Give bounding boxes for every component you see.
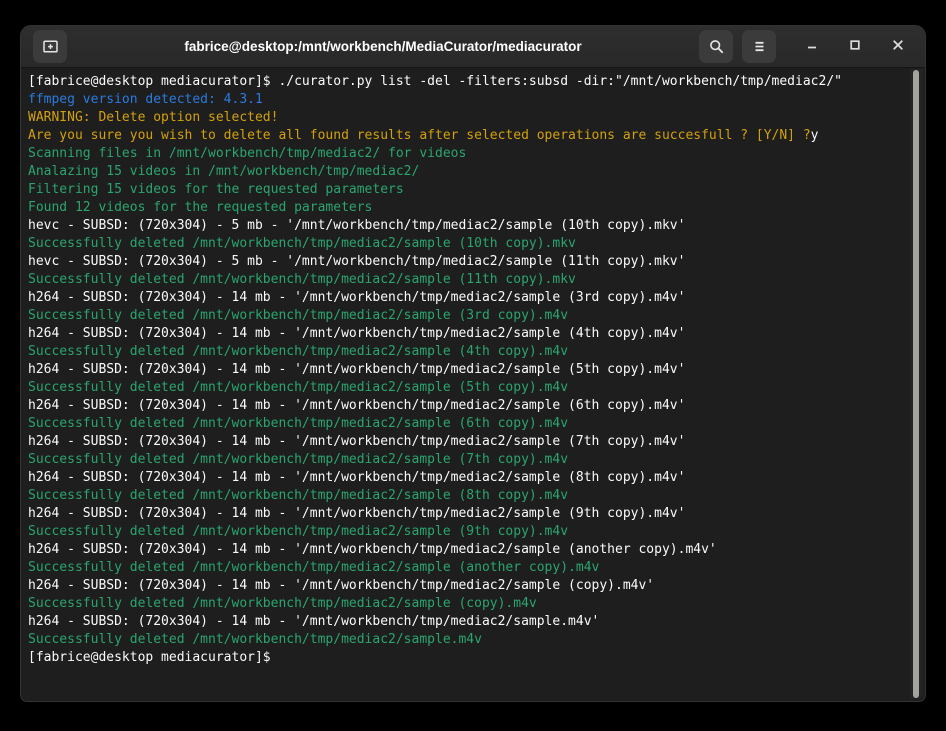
terminal-line: h264 - SUBSD: (720x304) - 14 mb - '/mnt/… — [28, 541, 899, 559]
terminal-line: h264 - SUBSD: (720x304) - 14 mb - '/mnt/… — [28, 397, 899, 415]
terminal-line: [fabrice@desktop mediacurator]$ — [28, 649, 899, 667]
window-title: fabrice@desktop:/mnt/workbench/MediaCura… — [67, 39, 699, 54]
terminal-line: Found 12 videos for the requested parame… — [28, 199, 899, 217]
terminal-text-segment: y — [811, 128, 819, 143]
terminal-text-segment: h264 - SUBSD: (720x304) - 14 mb - '/mnt/… — [28, 362, 685, 377]
terminal-text-segment: Are you sure you wish to delete all foun… — [28, 128, 811, 143]
terminal-text-segment: Successfully deleted /mnt/workbench/tmp/… — [28, 632, 482, 647]
minimize-icon — [804, 37, 820, 56]
terminal-text-segment: h264 - SUBSD: (720x304) - 14 mb - '/mnt/… — [28, 326, 685, 341]
new-tab-button[interactable] — [33, 30, 67, 63]
close-button[interactable] — [885, 34, 911, 60]
terminal-text-segment: h264 - SUBSD: (720x304) - 14 mb - '/mnt/… — [28, 614, 599, 629]
terminal-line: Successfully deleted /mnt/workbench/tmp/… — [28, 487, 899, 505]
terminal-text-segment: Successfully deleted /mnt/workbench/tmp/… — [28, 344, 568, 359]
titlebar[interactable]: fabrice@desktop:/mnt/workbench/MediaCura… — [21, 26, 925, 68]
terminal-line: Successfully deleted /mnt/workbench/tmp/… — [28, 415, 899, 433]
terminal-text-segment: Filtering 15 videos for the requested pa… — [28, 182, 404, 197]
terminal-text-segment: [fabrice@desktop mediacurator]$ — [28, 650, 278, 665]
terminal-text-segment: [fabrice@desktop mediacurator]$ ./curato… — [28, 74, 842, 89]
desktop-background: fabrice@desktop:/mnt/workbench/MediaCura… — [0, 0, 946, 731]
terminal-line: h264 - SUBSD: (720x304) - 14 mb - '/mnt/… — [28, 469, 899, 487]
terminal-text-segment: ffmpeg version detected: 4.3.1 — [28, 92, 263, 107]
terminal-line: Successfully deleted /mnt/workbench/tmp/… — [28, 559, 899, 577]
terminal-text-segment: WARNING: Delete option selected! — [28, 110, 278, 125]
terminal-text-segment: h264 - SUBSD: (720x304) - 14 mb - '/mnt/… — [28, 578, 654, 593]
terminal-line: Filtering 15 videos for the requested pa… — [28, 181, 899, 199]
terminal-line: h264 - SUBSD: (720x304) - 14 mb - '/mnt/… — [28, 361, 899, 379]
terminal-text-segment: Successfully deleted /mnt/workbench/tmp/… — [28, 452, 568, 467]
terminal-line: Successfully deleted /mnt/workbench/tmp/… — [28, 451, 899, 469]
search-button[interactable] — [699, 30, 733, 63]
terminal-body: [fabrice@desktop mediacurator]$ ./curato… — [21, 68, 925, 701]
terminal-text-segment: h264 - SUBSD: (720x304) - 14 mb - '/mnt/… — [28, 542, 717, 557]
terminal-text-segment: hevc - SUBSD: (720x304) - 5 mb - '/mnt/w… — [28, 254, 685, 269]
terminal-line: Successfully deleted /mnt/workbench/tmp/… — [28, 343, 899, 361]
terminal-text-segment: Successfully deleted /mnt/workbench/tmp/… — [28, 272, 576, 287]
terminal-window: fabrice@desktop:/mnt/workbench/MediaCura… — [20, 25, 926, 702]
terminal-line: Are you sure you wish to delete all foun… — [28, 127, 899, 145]
menu-icon — [752, 39, 767, 54]
terminal-output[interactable]: [fabrice@desktop mediacurator]$ ./curato… — [21, 68, 925, 701]
terminal-text-segment: Successfully deleted /mnt/workbench/tmp/… — [28, 560, 599, 575]
terminal-text-segment: Found 12 videos for the requested parame… — [28, 200, 372, 215]
terminal-line: Successfully deleted /mnt/workbench/tmp/… — [28, 595, 899, 613]
terminal-text-segment: Successfully deleted /mnt/workbench/tmp/… — [28, 596, 537, 611]
terminal-line: h264 - SUBSD: (720x304) - 14 mb - '/mnt/… — [28, 505, 899, 523]
terminal-text-segment: Successfully deleted /mnt/workbench/tmp/… — [28, 488, 568, 503]
terminal-line: Successfully deleted /mnt/workbench/tmp/… — [28, 631, 899, 649]
maximize-button[interactable] — [842, 34, 868, 60]
terminal-text-segment: h264 - SUBSD: (720x304) - 14 mb - '/mnt/… — [28, 470, 685, 485]
minimize-button[interactable] — [799, 34, 825, 60]
terminal-line: h264 - SUBSD: (720x304) - 14 mb - '/mnt/… — [28, 433, 899, 451]
terminal-line: hevc - SUBSD: (720x304) - 5 mb - '/mnt/w… — [28, 253, 899, 271]
terminal-text-segment: Successfully deleted /mnt/workbench/tmp/… — [28, 524, 568, 539]
terminal-text-segment: h264 - SUBSD: (720x304) - 14 mb - '/mnt/… — [28, 434, 685, 449]
menu-button[interactable] — [742, 30, 776, 63]
terminal-line: h264 - SUBSD: (720x304) - 14 mb - '/mnt/… — [28, 577, 899, 595]
terminal-line: [fabrice@desktop mediacurator]$ ./curato… — [28, 73, 899, 91]
terminal-line: Successfully deleted /mnt/workbench/tmp/… — [28, 307, 899, 325]
terminal-line: Successfully deleted /mnt/workbench/tmp/… — [28, 235, 899, 253]
terminal-line: Scanning files in /mnt/workbench/tmp/med… — [28, 145, 899, 163]
terminal-line: Successfully deleted /mnt/workbench/tmp/… — [28, 271, 899, 289]
new-tab-icon — [42, 38, 59, 55]
terminal-line: h264 - SUBSD: (720x304) - 14 mb - '/mnt/… — [28, 613, 899, 631]
titlebar-controls — [699, 30, 911, 63]
terminal-text-segment: h264 - SUBSD: (720x304) - 14 mb - '/mnt/… — [28, 398, 685, 413]
terminal-line: h264 - SUBSD: (720x304) - 14 mb - '/mnt/… — [28, 325, 899, 343]
scrollbar-thumb[interactable] — [913, 70, 919, 698]
terminal-text-segment: Scanning files in /mnt/workbench/tmp/med… — [28, 146, 466, 161]
terminal-line: h264 - SUBSD: (720x304) - 14 mb - '/mnt/… — [28, 289, 899, 307]
terminal-text-segment: Successfully deleted /mnt/workbench/tmp/… — [28, 416, 568, 431]
maximize-icon — [847, 37, 863, 56]
close-icon — [890, 37, 906, 56]
terminal-text-segment: h264 - SUBSD: (720x304) - 14 mb - '/mnt/… — [28, 290, 685, 305]
terminal-line: ffmpeg version detected: 4.3.1 — [28, 91, 899, 109]
terminal-text-segment: Successfully deleted /mnt/workbench/tmp/… — [28, 380, 568, 395]
terminal-line: Successfully deleted /mnt/workbench/tmp/… — [28, 523, 899, 541]
terminal-text-segment: Successfully deleted /mnt/workbench/tmp/… — [28, 236, 576, 251]
search-icon — [708, 38, 725, 55]
terminal-text-segment: Successfully deleted /mnt/workbench/tmp/… — [28, 308, 568, 323]
terminal-line: Analazing 15 videos in /mnt/workbench/tm… — [28, 163, 899, 181]
terminal-text-segment: hevc - SUBSD: (720x304) - 5 mb - '/mnt/w… — [28, 218, 685, 233]
scrollbar[interactable] — [910, 69, 923, 699]
terminal-line: WARNING: Delete option selected! — [28, 109, 899, 127]
terminal-text-segment: Analazing 15 videos in /mnt/workbench/tm… — [28, 164, 419, 179]
terminal-line: Successfully deleted /mnt/workbench/tmp/… — [28, 379, 899, 397]
terminal-line: hevc - SUBSD: (720x304) - 5 mb - '/mnt/w… — [28, 217, 899, 235]
terminal-text-segment: h264 - SUBSD: (720x304) - 14 mb - '/mnt/… — [28, 506, 685, 521]
